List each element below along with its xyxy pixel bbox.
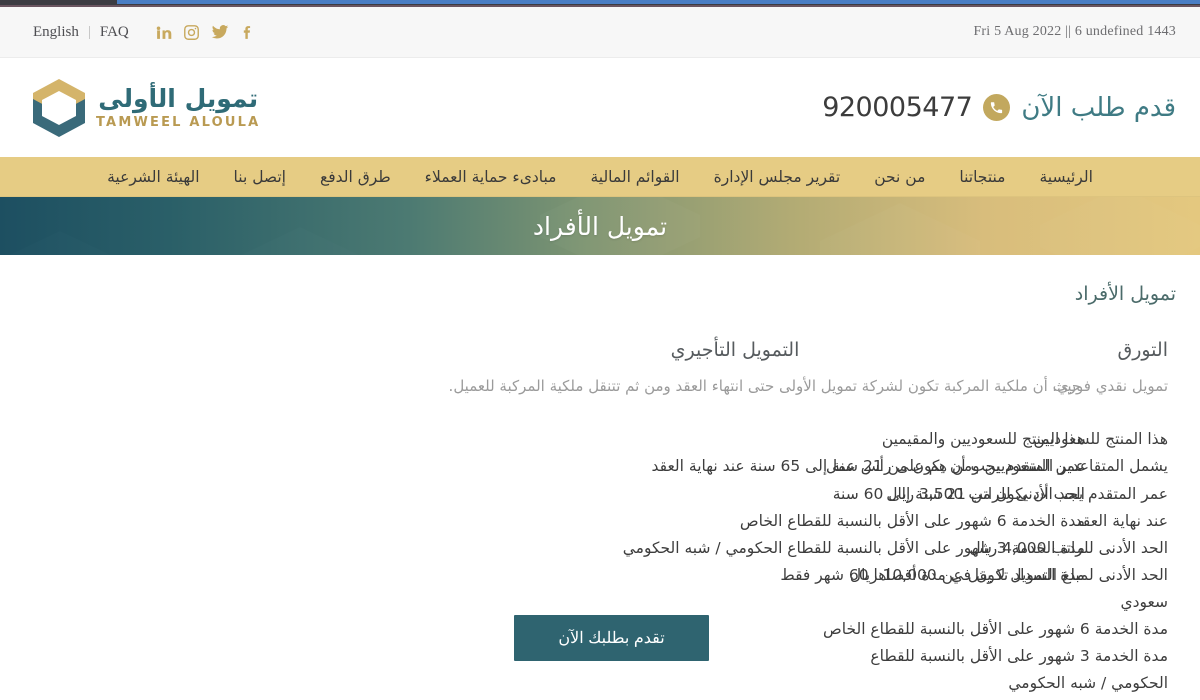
- nav-item-products[interactable]: منتجاتنا: [942, 157, 1022, 197]
- list-item: الحد الأدنى للراتب 3,500 ريال: [886, 484, 1085, 503]
- top-utility-bar: English | FAQ Fri 5 Aug 2022 || 6 undefi…: [0, 7, 1200, 58]
- logo-wordmark: تمويل الأولى TAMWEEL ALOULA: [96, 86, 260, 129]
- site-logo[interactable]: تمويل الأولى TAMWEEL ALOULA: [30, 77, 260, 139]
- product-title: التمويل التأجيري: [670, 339, 800, 361]
- browser-tab-accent: [117, 0, 1200, 4]
- list-item: مدة الخدمة 6 شهور على الأقل بالنسبة للقط…: [823, 620, 1168, 639]
- page-title: تمويل الأفراد: [1074, 283, 1176, 305]
- apply-now-button[interactable]: تقدم بطلبك الآن: [514, 615, 709, 661]
- nav-item-financial-statements[interactable]: القوائم المالية: [573, 157, 696, 197]
- list-item: مدة الخدمة 3 شهور على الأقل بالنسبة للقط…: [870, 647, 1168, 693]
- page-hero-banner: تمويل الأفراد: [0, 197, 1200, 255]
- nav-item-payment-methods[interactable]: طرق الدفع: [303, 157, 408, 197]
- products-columns: التورق تمويل نقدي فوري. هذا المنتج للسعو…: [24, 339, 1176, 700]
- hexagon-logo-icon: [30, 77, 88, 139]
- main-content: تمويل الأفراد التورق تمويل نقدي فوري. هذ…: [0, 255, 1200, 700]
- product-description: حيث أن ملكية المركبة تكون لشركة تمويل ال…: [448, 377, 1082, 395]
- instagram-icon[interactable]: [178, 20, 206, 44]
- nav-item-sharia-board[interactable]: الهيئة الشرعية: [90, 157, 216, 197]
- facebook-icon[interactable]: [234, 20, 262, 44]
- nav-item-home[interactable]: الرئيسية: [1022, 157, 1109, 197]
- main-navigation: الرئيسية منتجاتنا من نحن تقرير مجلس الإد…: [0, 157, 1200, 197]
- nav-item-contact-us[interactable]: إتصل بنا: [217, 157, 303, 197]
- list-item: مدة الخدمة 6 شهور على الأقل بالنسبة للقط…: [739, 511, 1085, 530]
- list-item: عمر المتقدم يجب أن يكون من 21 سنة إلى 65…: [651, 457, 1085, 476]
- logo-arabic-name: تمويل الأولى: [98, 84, 259, 113]
- faq-link[interactable]: FAQ: [91, 24, 138, 41]
- hijri-gregorian-date: Fri 5 Aug 2022 || 6 undefined 1443: [973, 24, 1176, 39]
- nav-item-customer-protection[interactable]: مبادىء حماية العملاء: [408, 157, 574, 197]
- top-utility-left: English | FAQ: [24, 20, 262, 44]
- product-title: التورق: [1117, 339, 1168, 361]
- phone-icon[interactable]: [983, 94, 1011, 121]
- twitter-icon[interactable]: [206, 20, 234, 44]
- apply-cta-wrapper: تقدم بطلبك الآن: [424, 615, 800, 661]
- logo-latin-name: TAMWEEL ALOULA: [96, 115, 261, 130]
- social-links: [150, 20, 262, 44]
- site-header: قدم طلب الآن 920005477 تمويل الأولى TAMW…: [0, 58, 1200, 157]
- nav-item-about-us[interactable]: من نحن: [857, 157, 942, 197]
- linkedin-icon[interactable]: [150, 20, 178, 44]
- apply-now-callout[interactable]: قدم طلب الآن 920005477: [822, 92, 1176, 123]
- list-item: هذا المنتج للسعوديين والمقيمين: [881, 430, 1085, 449]
- apply-now-label: قدم طلب الآن: [1021, 92, 1176, 123]
- browser-chrome-strip: [0, 0, 1200, 7]
- list-item: مدة الخدمة 3 شهور على الأقل بالنسبة للقط…: [622, 538, 1085, 557]
- browser-chrome-underline: [0, 5, 1200, 7]
- hero-title: تمويل الأفراد: [532, 211, 668, 241]
- product-feature-list: هذا المنتج للسعوديين والمقيمين عمر المتق…: [424, 426, 1085, 589]
- phone-number[interactable]: 920005477: [822, 92, 973, 123]
- nav-item-board-report[interactable]: تقرير مجلس الإدارة: [697, 157, 858, 197]
- list-item: مدة السداد تكون في مدة أقصاها 60 شهر فقط: [780, 565, 1085, 584]
- product-card-leasing: التمويل التأجيري حيث أن ملكية المركبة تك…: [416, 339, 1085, 661]
- language-switch-link[interactable]: English: [24, 24, 88, 41]
